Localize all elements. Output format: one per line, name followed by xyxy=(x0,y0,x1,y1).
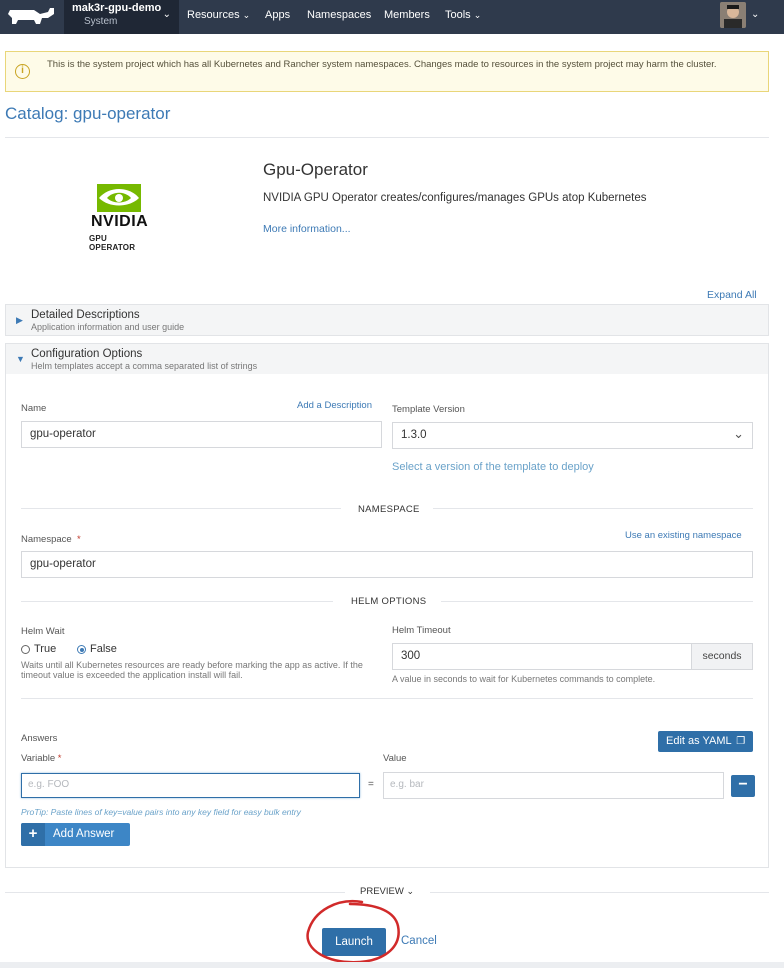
use-existing-namespace-link[interactable]: Use an existing namespace xyxy=(625,530,742,541)
avatar-image-icon xyxy=(720,2,746,28)
plus-icon: + xyxy=(21,823,45,846)
rancher-logo[interactable] xyxy=(0,0,64,34)
helm-wait-false-label[interactable]: False xyxy=(90,643,117,655)
helm-wait-label: Helm Wait xyxy=(21,626,65,637)
answers-label: Answers xyxy=(21,733,58,744)
helm-wait-true-label[interactable]: True xyxy=(34,643,56,655)
name-input[interactable]: gpu-operator xyxy=(21,421,382,448)
equals-sign: = xyxy=(368,779,374,790)
user-avatar[interactable] xyxy=(720,2,746,28)
add-answer-label: Add Answer xyxy=(53,828,115,840)
variable-placeholder: e.g. FOO xyxy=(28,779,70,790)
namespace-label: Namespace * xyxy=(21,534,81,545)
clipboard-icon: ❐ xyxy=(736,736,746,747)
variable-input[interactable]: e.g. FOO xyxy=(21,773,360,798)
configuration-options-section[interactable]: ▼ Configuration Options Helm templates a… xyxy=(5,343,769,375)
required-mark: * xyxy=(76,534,81,545)
app-name: Gpu-Operator xyxy=(263,160,368,179)
gpu-operator-caption: GPU OPERATOR xyxy=(89,234,136,252)
section-title: Configuration Options xyxy=(31,348,143,360)
edit-as-yaml-label: Edit as YAML xyxy=(666,735,732,747)
variable-label-text: Variable xyxy=(21,753,56,764)
section-subtitle: Helm templates accept a comma separated … xyxy=(31,361,258,371)
cluster-project-selector[interactable]: mak3r-gpu-demo System ⌄ xyxy=(64,0,179,34)
required-mark: * xyxy=(57,753,62,764)
expand-all-link[interactable]: Expand All xyxy=(707,289,757,301)
name-label: Name xyxy=(21,403,47,414)
edit-as-yaml-button[interactable]: Edit as YAML ❐ xyxy=(658,731,753,752)
more-information-link[interactable]: More information... xyxy=(263,223,351,235)
divider xyxy=(433,508,753,509)
protip-text: ProTip: Paste lines of key=value pairs i… xyxy=(21,807,301,817)
template-version-help: Select a version of the template to depl… xyxy=(392,461,594,473)
remove-answer-button[interactable]: − xyxy=(731,775,755,797)
add-description-link[interactable]: Add a Description xyxy=(297,400,372,411)
helm-wait-false-radio[interactable] xyxy=(77,645,86,654)
template-version-value: 1.3.0 xyxy=(401,429,427,441)
value-input[interactable]: e.g. bar xyxy=(383,772,724,799)
divider xyxy=(21,698,753,699)
helm-timeout-label: Helm Timeout xyxy=(392,625,451,636)
caret-down-icon: ▼ xyxy=(16,354,25,364)
chevron-down-icon[interactable]: ⌄ xyxy=(751,9,759,20)
nav-tools[interactable]: Tools ⌄ xyxy=(445,9,481,21)
divider xyxy=(441,601,753,602)
template-version-select[interactable]: 1.3.0 ⌄ xyxy=(392,422,753,449)
nav-apps[interactable]: Apps xyxy=(265,9,290,21)
chevron-down-icon: ⌄ xyxy=(733,426,744,441)
value-label: Value xyxy=(383,753,407,764)
nvidia-logo: NVIDIA GPU OPERATOR xyxy=(85,182,155,252)
info-icon: i xyxy=(15,64,30,79)
divider xyxy=(21,601,333,602)
namespace-section-header: NAMESPACE xyxy=(358,504,420,515)
nav-members[interactable]: Members xyxy=(384,9,430,21)
helm-timeout-help: A value in seconds to wait for Kubernete… xyxy=(392,674,656,684)
banner-text: This is the system project which has all… xyxy=(47,59,717,70)
nvidia-eye-icon xyxy=(97,184,141,212)
variable-label: Variable * xyxy=(21,753,62,764)
helm-timeout-unit: seconds xyxy=(692,643,753,670)
rancher-cow-icon xyxy=(8,8,54,24)
chevron-down-icon: ⌄ xyxy=(406,886,414,896)
minus-icon: − xyxy=(738,776,748,793)
divider xyxy=(5,137,769,138)
divider xyxy=(5,892,345,893)
cluster-name: mak3r-gpu-demo xyxy=(72,2,162,14)
helm-wait-true-radio[interactable] xyxy=(21,645,30,654)
value-placeholder: e.g. bar xyxy=(390,779,424,790)
helm-wait-help: Waits until all Kubernetes resources are… xyxy=(21,660,363,680)
nav-tools-label: Tools xyxy=(445,9,471,21)
helm-options-section-header: HELM OPTIONS xyxy=(351,596,427,607)
page-title: Catalog: gpu-operator xyxy=(5,104,171,123)
nvidia-brand-text: NVIDIA xyxy=(91,213,149,230)
namespace-label-text: Namespace xyxy=(21,534,72,545)
section-subtitle: Application information and user guide xyxy=(31,322,185,332)
template-version-label: Template Version xyxy=(392,404,465,415)
chevron-down-icon: ⌄ xyxy=(162,9,171,20)
divider xyxy=(430,892,769,893)
caret-right-icon: ▶ xyxy=(16,315,23,325)
add-answer-button[interactable]: + Add Answer xyxy=(21,823,130,846)
annotation-circle xyxy=(306,900,400,964)
system-project-warning-banner: i This is the system project which has a… xyxy=(5,51,769,92)
section-title: Detailed Descriptions xyxy=(31,309,140,321)
namespace-input[interactable]: gpu-operator xyxy=(21,551,753,578)
nav-resources[interactable]: Resources ⌄ xyxy=(187,9,250,21)
detailed-descriptions-section[interactable]: ▶ Detailed Descriptions Application info… xyxy=(5,304,769,336)
app-description: NVIDIA GPU Operator creates/configures/m… xyxy=(263,192,647,204)
nav-resources-label: Resources xyxy=(187,9,240,21)
bottom-bar xyxy=(0,962,784,968)
chevron-down-icon: ⌄ xyxy=(242,10,251,20)
helm-timeout-input[interactable]: 300 xyxy=(392,643,692,670)
project-name: System xyxy=(84,16,118,27)
chevron-down-icon: ⌄ xyxy=(473,10,482,20)
divider xyxy=(21,508,341,509)
nav-namespaces[interactable]: Namespaces xyxy=(307,9,371,21)
